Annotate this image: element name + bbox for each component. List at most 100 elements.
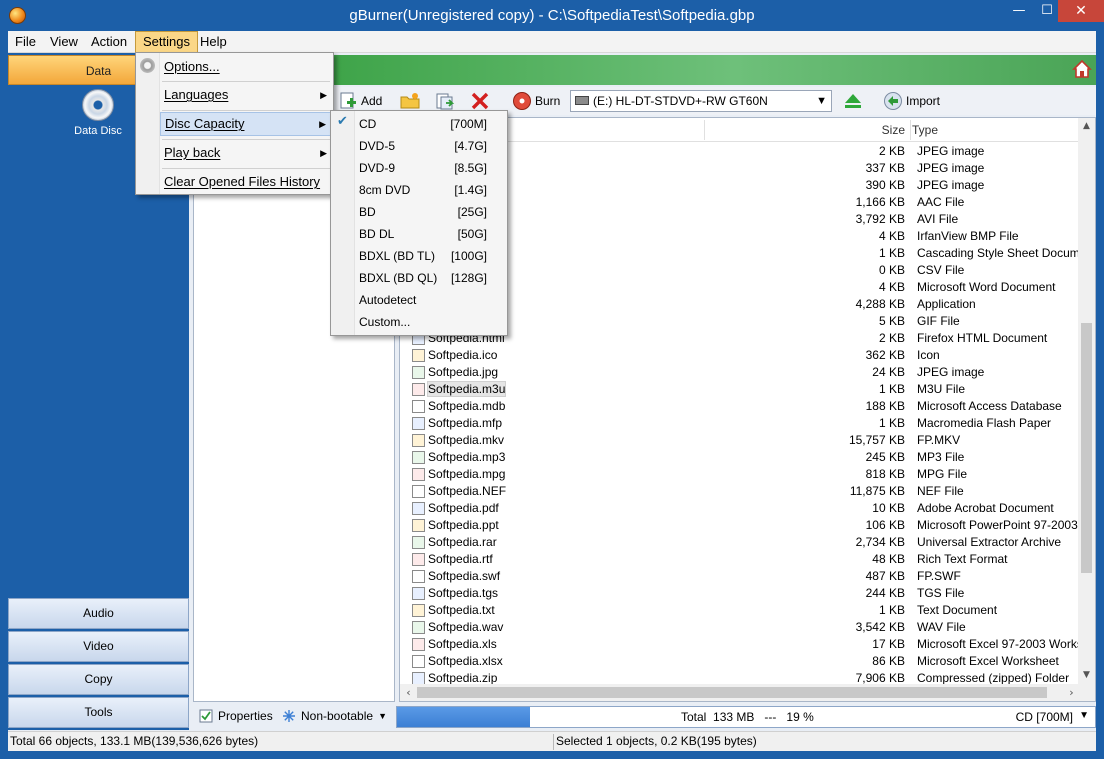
file-type: Firefox HTML Document [917,331,1048,345]
menu-view[interactable]: View [43,31,85,53]
scroll-thumb[interactable] [1081,323,1092,573]
horizontal-scrollbar[interactable]: ‹ › [400,684,1095,701]
table-row[interactable]: Softpedia.swf 487 KB FP.SWF [400,568,1079,585]
table-row[interactable]: Softpedia.mpg 818 KB MPG File [400,466,1079,483]
file-type: JPEG image [917,365,985,379]
menu-help[interactable]: Help [193,31,234,53]
file-icon [412,570,425,583]
menu-options[interactable]: Options... [160,55,332,79]
vertical-scrollbar[interactable]: ▲ ▼ [1078,118,1095,684]
file-size: 2,734 KB [855,535,905,549]
file-type: Microsoft Access Database [917,399,1062,413]
snowflake-icon [283,710,295,722]
delete-icon[interactable] [470,91,490,111]
file-icon [412,383,425,396]
horizontal-scroll-thumb[interactable] [417,687,1047,698]
table-row[interactable]: Softpedia.NEF 11,875 KB NEF File [400,483,1079,500]
column-header-size[interactable]: Size [820,123,905,137]
capacity-option[interactable]: DVD-9 [8.5G] [355,157,507,179]
scroll-down-icon[interactable]: ▼ [1078,667,1095,684]
minimize-button[interactable]: — [1005,0,1033,22]
table-row[interactable]: Softpedia.mdb 188 KB Microsoft Access Data… [400,398,1079,415]
table-row[interactable]: Softpedia.rtf 48 KB Rich Text Format [400,551,1079,568]
menu-gutter [136,53,160,194]
add-folder-icon[interactable] [400,91,420,111]
capacity-option[interactable]: 8cm DVD [1.4G] [355,179,507,201]
file-icon [412,604,425,617]
capacity-option[interactable]: DVD-5 [4.7G] [355,135,507,157]
disc-capacity-select[interactable]: CD [700M] [1016,710,1073,724]
capacity-bar: Total 133 MB --- 19 % CD [700M] ▼ [396,706,1096,728]
capacity-option[interactable]: BDXL (BD QL) [128G] [355,267,507,289]
file-name: Softpedia.wav [428,620,504,634]
capacity-option-label: Autodetect [359,293,417,307]
scroll-up-icon[interactable]: ▲ [1078,118,1095,135]
nav-video-button[interactable]: Video [8,631,189,662]
menu-languages[interactable]: Languages ▶ [160,83,332,107]
chevron-down-icon: ▼ [816,95,827,107]
menu-action[interactable]: Action [84,31,134,53]
menu-separator [162,110,330,111]
table-row[interactable]: Softpedia.jpg 24 KB JPEG image [400,364,1079,381]
menu-disc-capacity[interactable]: Disc Capacity ▶ [160,112,332,136]
burn-button[interactable]: Burn [512,90,560,112]
chevron-down-icon[interactable]: ▼ [1079,710,1089,721]
file-name: Softpedia.pdf [428,501,499,515]
capacity-option[interactable]: BD [25G] [355,201,507,223]
capacity-option-label: BDXL (BD TL) [359,249,436,263]
table-row[interactable]: Softpedia.txt 1 KB Text Document [400,602,1079,619]
file-size: 0 KB [878,263,905,277]
table-row[interactable]: Softpedia.mfp 1 KB Macromedia Flash Paper [400,415,1079,432]
table-row[interactable]: Softpedia.mp3 245 KB MP3 File [400,449,1079,466]
file-name: Softpedia.mdb [428,399,506,413]
file-name: Softpedia.m3u [426,381,507,397]
table-row[interactable]: Softpedia.ppt 106 KB Microsoft PowerPoint … [400,517,1095,534]
table-row[interactable]: Softpedia.rar 2,734 KB Universal Extractor… [400,534,1079,551]
file-size: 86 KB [872,654,905,668]
file-type: Microsoft Excel Worksheet [917,654,1059,668]
home-icon[interactable] [1072,59,1092,79]
table-row[interactable]: Softpedia.xlsx 86 KB Microsoft Excel Works… [400,653,1079,670]
table-row[interactable]: Softpedia.ico 362 KB Icon [400,347,1079,364]
menu-file[interactable]: File [8,31,43,53]
menu-settings[interactable]: Settings [135,31,198,53]
drive-select[interactable]: (E:) HL-DT-STDVD+-RW GT60N ▼ [570,90,832,112]
table-row[interactable]: Softpedia.m3u 1 KB M3U File [400,381,1079,398]
capacity-option[interactable]: Custom... [355,311,507,333]
column-header-type[interactable]: Type [912,123,938,137]
table-row[interactable]: Softpedia.xls 17 KB Microsoft Excel 97-200… [400,636,1095,653]
nav-copy-button[interactable]: Copy [8,664,189,695]
file-type: Icon [917,348,940,362]
import-button[interactable]: Import [883,90,940,112]
capacity-option[interactable]: BDXL (BD TL) [100G] [355,245,507,267]
eject-icon[interactable] [843,91,863,111]
drive-icon [575,96,589,105]
menu-clear-history[interactable]: Clear Opened Files History [160,170,332,194]
properties-button[interactable]: Properties [199,709,273,723]
new-compilation-icon[interactable] [435,91,455,111]
table-row[interactable]: Softpedia.mkv 15,757 KB FP.MKV [400,432,1079,449]
table-row[interactable]: Softpedia.wav 3,542 KB WAV File [400,619,1079,636]
scroll-left-icon[interactable]: ‹ [400,684,417,701]
scroll-right-icon[interactable]: › [1063,684,1080,701]
title-bar: gBurner(Unregistered copy) - C:\Softpedi… [0,0,1104,31]
add-button[interactable]: Add [338,90,382,112]
file-type: Adobe Acrobat Document [917,501,1054,515]
file-type: FP.SWF [917,569,961,583]
close-button[interactable]: ✕ [1058,0,1104,22]
file-icon [412,655,425,668]
add-file-icon [340,92,356,109]
table-row[interactable]: Softpedia.pdf 10 KB Adobe Acrobat Document [400,500,1079,517]
table-row[interactable]: Softpedia.tgs 244 KB TGS File [400,585,1079,602]
nav-audio-button[interactable]: Audio [8,598,189,629]
capacity-option[interactable]: BD DL [50G] [355,223,507,245]
capacity-option[interactable]: Autodetect [355,289,507,311]
maximize-button[interactable]: ☐ [1033,0,1061,22]
file-size: 11,875 KB [849,484,905,498]
menu-play-back[interactable]: Play back ▶ [160,141,332,165]
nav-tools-button[interactable]: Tools [8,697,189,728]
nav-data-disc[interactable]: Data Disc [68,89,128,137]
capacity-option[interactable]: CD [700M] [355,113,507,135]
window-title: gBurner(Unregistered copy) - C:\Softpedi… [349,7,755,24]
bootable-dropdown[interactable]: Non-bootable ▼ [282,709,387,723]
